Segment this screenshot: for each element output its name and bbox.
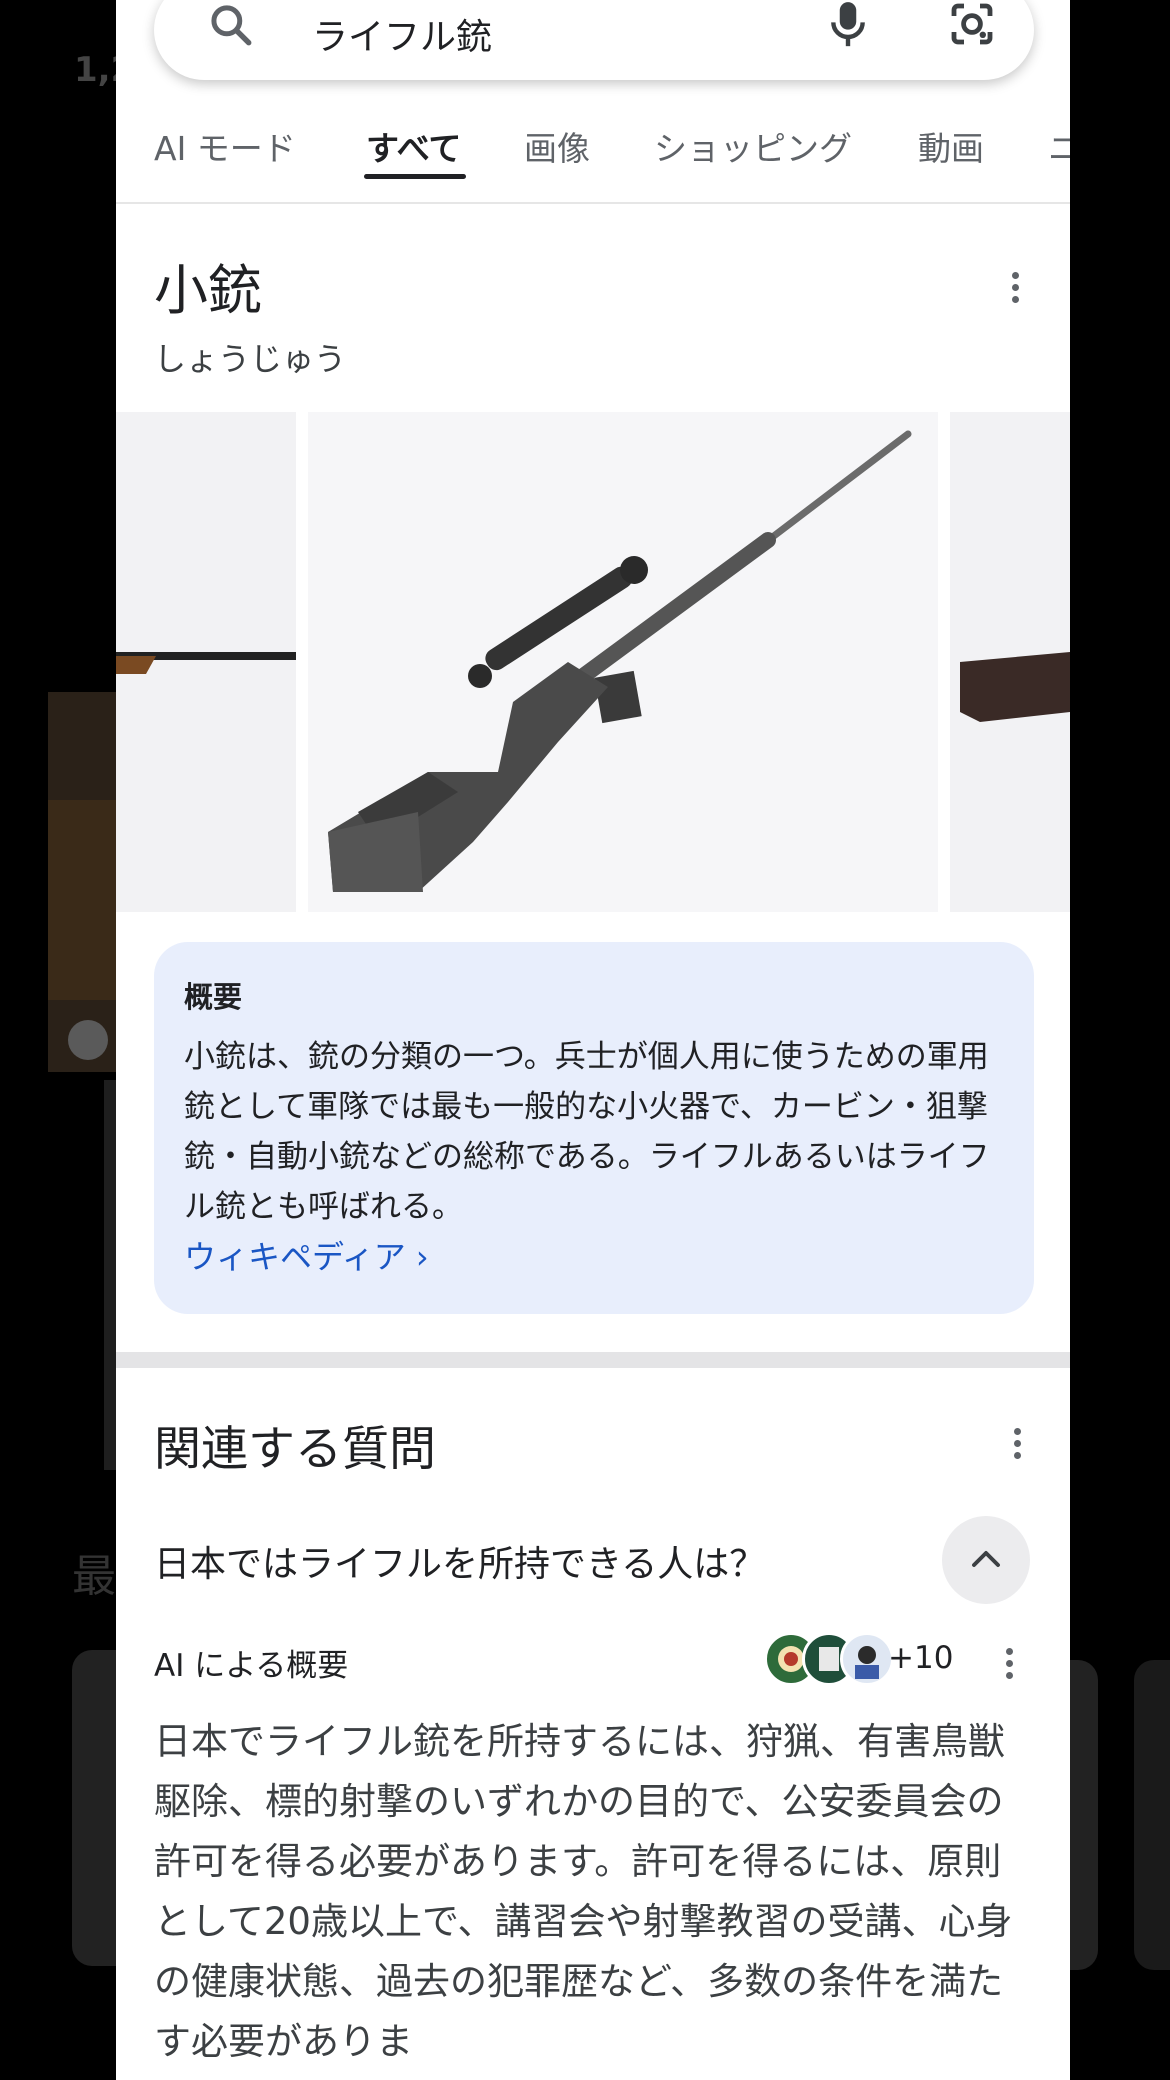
entity-title: 小銃	[154, 259, 262, 322]
search-results-sheet: ライフル銃 AI モード すべて 画像 ショッピング 動画 ニ 小銃 しょうじゅ…	[116, 0, 1070, 2080]
rifle-image-right[interactable]	[950, 412, 1070, 912]
related-more-options-icon[interactable]	[1014, 1428, 1022, 1464]
search-bar[interactable]: ライフル銃	[154, 0, 1034, 80]
wikipedia-link[interactable]: ウィキペディア ›	[184, 1232, 429, 1278]
tab-news[interactable]: ニ	[1048, 122, 1070, 170]
background-heading: 最	[72, 1551, 116, 1602]
rifle-image-main[interactable]	[308, 412, 938, 912]
tab-shopping[interactable]: ショッピング	[654, 122, 852, 170]
background-heart-icon	[68, 1020, 108, 1060]
entity-reading: しょうじゅう	[154, 340, 347, 378]
search-icon[interactable]	[206, 0, 256, 50]
background-strip	[104, 1080, 116, 1470]
search-tabs: AI モード すべて 画像 ショッピング 動画 ニ	[116, 110, 1070, 204]
source-avatar-illustration-icon	[840, 1632, 894, 1686]
search-input[interactable]: ライフル銃	[312, 8, 492, 60]
related-questions-heading: 関連する質問	[154, 1422, 436, 1477]
background-thumb-far	[1134, 1660, 1170, 1970]
background-card-image	[48, 800, 118, 1000]
microphone-icon[interactable]	[826, 0, 870, 52]
overview-card: 概要 小銃は、銃の分類の一つ。兵士が個人用に使うための軍用銃として軍隊では最も一…	[154, 942, 1034, 1314]
lens-camera-icon[interactable]	[948, 0, 996, 48]
source-avatars[interactable]	[764, 1632, 894, 1686]
background-thumb-right	[1070, 1660, 1098, 1970]
tab-all[interactable]: すべて	[366, 122, 461, 170]
ai-overview-label: AI による概要	[154, 1648, 349, 1684]
tab-videos[interactable]: 動画	[918, 122, 984, 170]
more-sources-count[interactable]: +10	[888, 1640, 953, 1676]
overview-label: 概要	[184, 980, 243, 1014]
more-options-icon[interactable]	[1012, 272, 1020, 308]
ai-overview-more-icon[interactable]	[1006, 1648, 1014, 1684]
collapse-button[interactable]	[942, 1516, 1030, 1604]
tab-ai-mode[interactable]: AI モード	[154, 122, 296, 170]
active-tab-indicator	[364, 174, 466, 179]
section-divider	[116, 1352, 1070, 1368]
image-carousel[interactable]	[116, 412, 1070, 912]
rifle-image-left[interactable]	[116, 412, 296, 912]
background-thumb-left	[72, 1650, 116, 1966]
chevron-up-icon	[972, 1551, 1000, 1567]
ai-overview-text: 日本でライフル銃を所持するには、狩猟、有害鳥獣駆除、標的射撃のいずれかの目的で、…	[154, 1720, 1013, 2063]
overview-text: 小銃は、銃の分類の一つ。兵士が個人用に使うための軍用銃として軍隊では最も一般的な…	[184, 1039, 990, 1225]
tab-images[interactable]: 画像	[524, 122, 590, 170]
related-question[interactable]: 日本ではライフルを所持できる人は？	[154, 1535, 765, 1587]
